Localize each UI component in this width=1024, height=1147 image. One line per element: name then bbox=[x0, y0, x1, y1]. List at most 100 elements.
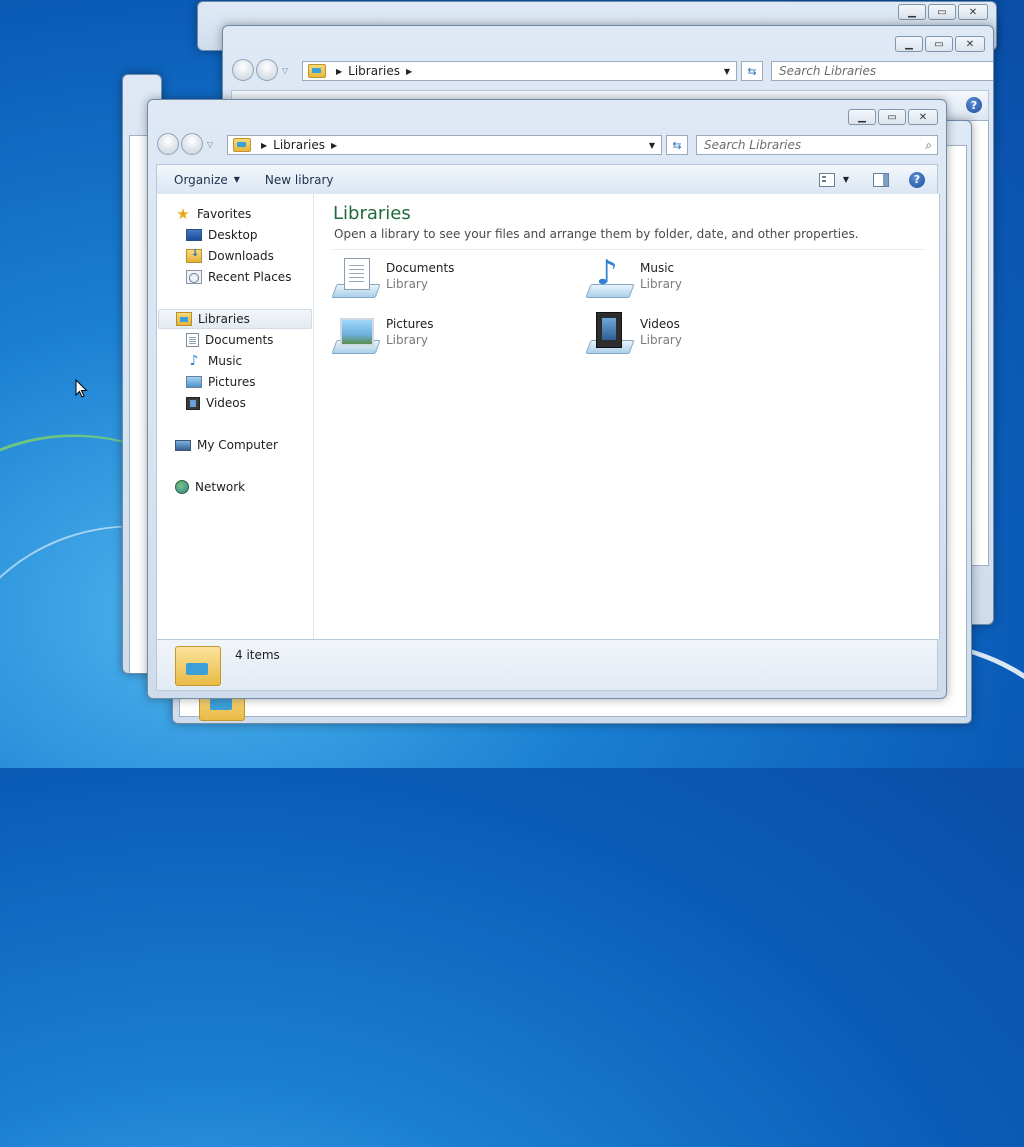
refresh-button[interactable]: ⇆ bbox=[666, 135, 688, 155]
change-view-icon[interactable] bbox=[818, 172, 835, 187]
library-folder-icon bbox=[308, 64, 326, 78]
maximize-button[interactable]: ▭ bbox=[928, 4, 956, 20]
nav-item-libraries[interactable]: Libraries bbox=[158, 309, 312, 329]
nav-item-network[interactable]: Network bbox=[175, 477, 245, 497]
help-icon[interactable]: ? bbox=[966, 97, 982, 113]
page-title: Libraries bbox=[333, 203, 411, 224]
nav-item-label: Documents bbox=[205, 333, 274, 347]
nav-item-videos[interactable]: Videos bbox=[186, 393, 246, 413]
library-type: Library bbox=[386, 277, 428, 291]
library-folder-icon bbox=[233, 138, 251, 152]
close-button[interactable]: ✕ bbox=[908, 109, 938, 125]
pictures-library-icon bbox=[331, 312, 381, 356]
new-library-button[interactable]: New library bbox=[257, 173, 342, 187]
nav-buttons: ▽ bbox=[232, 59, 288, 81]
nav-item-label: Pictures bbox=[208, 375, 256, 389]
network-globe-icon bbox=[175, 480, 189, 494]
nav-item-label: Favorites bbox=[197, 207, 252, 221]
close-button[interactable]: ✕ bbox=[955, 36, 985, 52]
item-count: 4 items bbox=[235, 648, 280, 662]
search-icon[interactable]: ⌕ bbox=[925, 138, 932, 153]
nav-item-downloads[interactable]: Downloads bbox=[186, 246, 274, 266]
window-controls: ▁ ▭ ✕ bbox=[848, 109, 938, 125]
documents-library-icon bbox=[331, 256, 381, 300]
explorer-window[interactable]: ▁ ▭ ✕ ▽ ▶ Libraries ▶ ▼ ⇆ Search Librari… bbox=[147, 99, 947, 699]
library-item-documents[interactable]: Documents Library bbox=[331, 256, 572, 304]
computer-icon bbox=[175, 439, 191, 451]
library-name: Pictures bbox=[386, 317, 434, 331]
breadcrumb-arrow-icon[interactable]: ▶ bbox=[336, 67, 342, 76]
nav-item-favorites[interactable]: ★ Favorites bbox=[175, 204, 251, 224]
divider bbox=[332, 249, 925, 250]
new-library-label: New library bbox=[264, 172, 334, 187]
library-name: Documents bbox=[386, 261, 455, 275]
search-input[interactable]: Search Libraries ⌕ bbox=[771, 61, 993, 81]
refresh-button[interactable]: ⇆ bbox=[741, 61, 763, 81]
breadcrumb-arrow-icon[interactable]: ▶ bbox=[261, 141, 267, 150]
chevron-down-icon[interactable]: ▼ bbox=[724, 67, 730, 76]
search-placeholder: Search Libraries bbox=[779, 64, 877, 78]
downloads-icon bbox=[186, 248, 202, 263]
address-bar[interactable]: ▶ Libraries ▶ ▼ bbox=[302, 61, 737, 81]
library-type: Library bbox=[640, 333, 682, 347]
back-button[interactable] bbox=[232, 59, 254, 81]
breadcrumb-libraries[interactable]: Libraries bbox=[348, 64, 400, 78]
maximize-button[interactable]: ▭ bbox=[925, 36, 953, 52]
details-pane: 4 items bbox=[156, 639, 938, 691]
desktop-icon bbox=[186, 229, 202, 241]
nav-item-label: Desktop bbox=[208, 228, 258, 242]
preview-pane-icon[interactable] bbox=[873, 172, 889, 187]
music-note-icon: ♪ bbox=[189, 353, 199, 369]
nav-item-recent-places[interactable]: Recent Places bbox=[186, 267, 291, 287]
organize-label: Organize bbox=[174, 172, 228, 187]
search-placeholder: Search Libraries bbox=[704, 138, 802, 152]
command-bar: Organize ▼ New library ▼ ? bbox=[156, 164, 938, 194]
chevron-down-icon: ▼ bbox=[233, 175, 240, 184]
library-type: Library bbox=[640, 277, 682, 291]
organize-button[interactable]: Organize ▼ bbox=[166, 173, 248, 187]
chevron-down-icon[interactable]: ▽ bbox=[207, 140, 213, 149]
picture-icon bbox=[186, 376, 202, 388]
music-library-icon: ♪ bbox=[585, 256, 635, 300]
star-icon: ★ bbox=[176, 205, 190, 223]
forward-button[interactable] bbox=[181, 133, 203, 155]
content-pane: Libraries Open a library to see your fil… bbox=[314, 194, 940, 639]
back-button[interactable] bbox=[157, 133, 179, 155]
nav-item-label: Network bbox=[195, 480, 246, 494]
chevron-down-icon[interactable]: ▼ bbox=[649, 141, 655, 150]
forward-button[interactable] bbox=[256, 59, 278, 81]
close-button[interactable]: ✕ bbox=[958, 4, 988, 20]
help-icon[interactable]: ? bbox=[909, 171, 925, 188]
nav-item-label: My Computer bbox=[197, 438, 278, 452]
nav-item-my-computer[interactable]: My Computer bbox=[175, 435, 278, 455]
library-item-videos[interactable]: Videos Library bbox=[585, 312, 826, 360]
maximize-button[interactable]: ▭ bbox=[878, 109, 906, 125]
minimize-button[interactable]: ▁ bbox=[898, 4, 926, 20]
library-folder-icon bbox=[176, 312, 192, 326]
breadcrumb-arrow-icon[interactable]: ▶ bbox=[331, 141, 337, 150]
nav-item-documents[interactable]: Documents bbox=[186, 330, 273, 350]
library-type: Library bbox=[386, 333, 428, 347]
chevron-down-icon[interactable]: ▽ bbox=[282, 66, 288, 75]
toolbar-right: ▼ ? bbox=[818, 171, 925, 188]
search-input[interactable]: Search Libraries ⌕ bbox=[696, 135, 938, 155]
library-name: Videos bbox=[640, 317, 680, 331]
nav-item-label: Videos bbox=[206, 396, 246, 410]
minimize-button[interactable]: ▁ bbox=[848, 109, 876, 125]
library-folder-icon bbox=[175, 646, 221, 686]
video-film-icon bbox=[186, 396, 200, 410]
chevron-down-icon[interactable]: ▼ bbox=[843, 175, 849, 184]
address-bar[interactable]: ▶ Libraries ▶ ▼ bbox=[227, 135, 662, 155]
page-subtitle: Open a library to see your files and arr… bbox=[334, 227, 859, 241]
library-item-pictures[interactable]: Pictures Library bbox=[331, 312, 572, 360]
nav-item-label: Downloads bbox=[208, 249, 274, 263]
nav-item-desktop[interactable]: Desktop bbox=[186, 225, 258, 245]
library-item-music[interactable]: ♪ Music Library bbox=[585, 256, 826, 304]
library-name: Music bbox=[640, 261, 675, 275]
minimize-button[interactable]: ▁ bbox=[895, 36, 923, 52]
nav-item-music[interactable]: ♪ Music bbox=[186, 351, 243, 371]
breadcrumb-arrow-icon[interactable]: ▶ bbox=[406, 67, 412, 76]
nav-item-pictures[interactable]: Pictures bbox=[186, 372, 256, 392]
breadcrumb-libraries[interactable]: Libraries bbox=[273, 138, 325, 152]
window-controls: ▁ ▭ ✕ bbox=[895, 36, 985, 52]
